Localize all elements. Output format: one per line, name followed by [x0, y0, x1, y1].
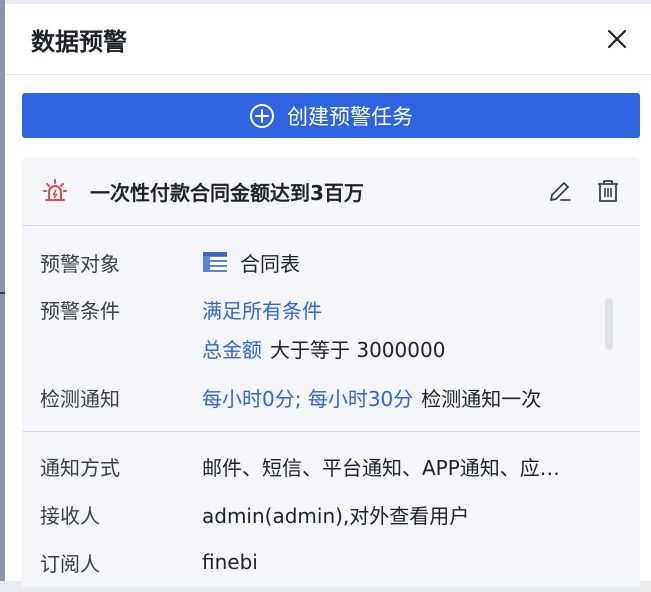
alert-condition-field[interactable]: 总金额	[202, 334, 262, 363]
task-name: 一次性付款合同金额达到3百万	[90, 180, 364, 205]
plus-circle-icon	[249, 103, 275, 129]
data-alert-panel: 数据预警 创建预警任务 一次性付款合同金额达到3百万 预警对象 合同表 预警条件…	[5, 4, 651, 587]
create-alert-task-button[interactable]: 创建预警任务	[22, 93, 640, 138]
alert-condition-rule: 大于等于 3000000	[270, 337, 446, 362]
notify-method-value: 邮件、短信、平台通知、APP通知、应…	[202, 455, 560, 480]
scrollbar-thumb[interactable]	[605, 298, 613, 350]
task-actions	[546, 177, 622, 205]
close-button[interactable]	[605, 27, 629, 51]
alert-details-section: 预警对象 合同表 预警条件 满足所有条件 总金额 大于等于 3000000 检测…	[22, 226, 640, 432]
alert-object-row: 预警对象 合同表	[40, 248, 300, 276]
alert-object-value: 合同表	[240, 251, 300, 276]
task-card-header: 一次性付款合同金额达到3百万	[22, 157, 640, 226]
panel-title: 数据预警	[31, 27, 127, 56]
create-alert-task-label: 创建预警任务	[287, 104, 413, 129]
recipient-row: 接收人 admin(admin),对外查看用户	[40, 500, 469, 528]
table-icon	[202, 251, 228, 273]
alert-object-value-wrap: 合同表	[202, 248, 300, 277]
close-icon	[607, 29, 627, 49]
subscriber-label: 订阅人	[40, 551, 100, 576]
check-notify-row: 检测通知 每小时0分; 每小时30分 检测通知一次	[40, 383, 541, 411]
notify-method-label: 通知方式	[40, 455, 120, 480]
alarm-light-icon	[42, 178, 68, 204]
recipient-label: 接收人	[40, 503, 100, 528]
recipient-value: admin(admin),对外查看用户	[202, 503, 470, 528]
check-notify-label: 检测通知	[40, 386, 120, 411]
alert-condition-detail-row: 总金额 大于等于 3000000	[40, 334, 445, 362]
alert-condition-detail: 总金额 大于等于 3000000	[202, 334, 445, 363]
edit-icon[interactable]	[546, 177, 574, 205]
check-schedule[interactable]: 每小时0分; 每小时30分	[202, 383, 413, 412]
notification-section: 通知方式 邮件、短信、平台通知、APP通知、应… 接收人 admin(admin…	[22, 432, 640, 592]
alert-condition-mode[interactable]: 满足所有条件	[202, 295, 322, 324]
alert-object-label: 预警对象	[40, 251, 120, 276]
panel-header: 数据预警	[5, 4, 651, 75]
alert-condition-label: 预警条件	[40, 298, 120, 323]
subscriber-row: 订阅人 finebi	[40, 548, 258, 576]
alert-condition-row: 预警条件 满足所有条件	[40, 295, 322, 323]
delete-icon[interactable]	[594, 177, 622, 205]
notify-method-row: 通知方式 邮件、短信、平台通知、APP通知、应…	[40, 452, 560, 480]
check-notify-value: 每小时0分; 每小时30分 检测通知一次	[202, 383, 541, 412]
alert-task-card: 一次性付款合同金额达到3百万 预警对象 合同表 预警条件 满足所有条件 总金额 …	[22, 157, 640, 587]
subscriber-value: finebi	[202, 550, 258, 574]
check-suffix: 检测通知一次	[421, 386, 542, 411]
